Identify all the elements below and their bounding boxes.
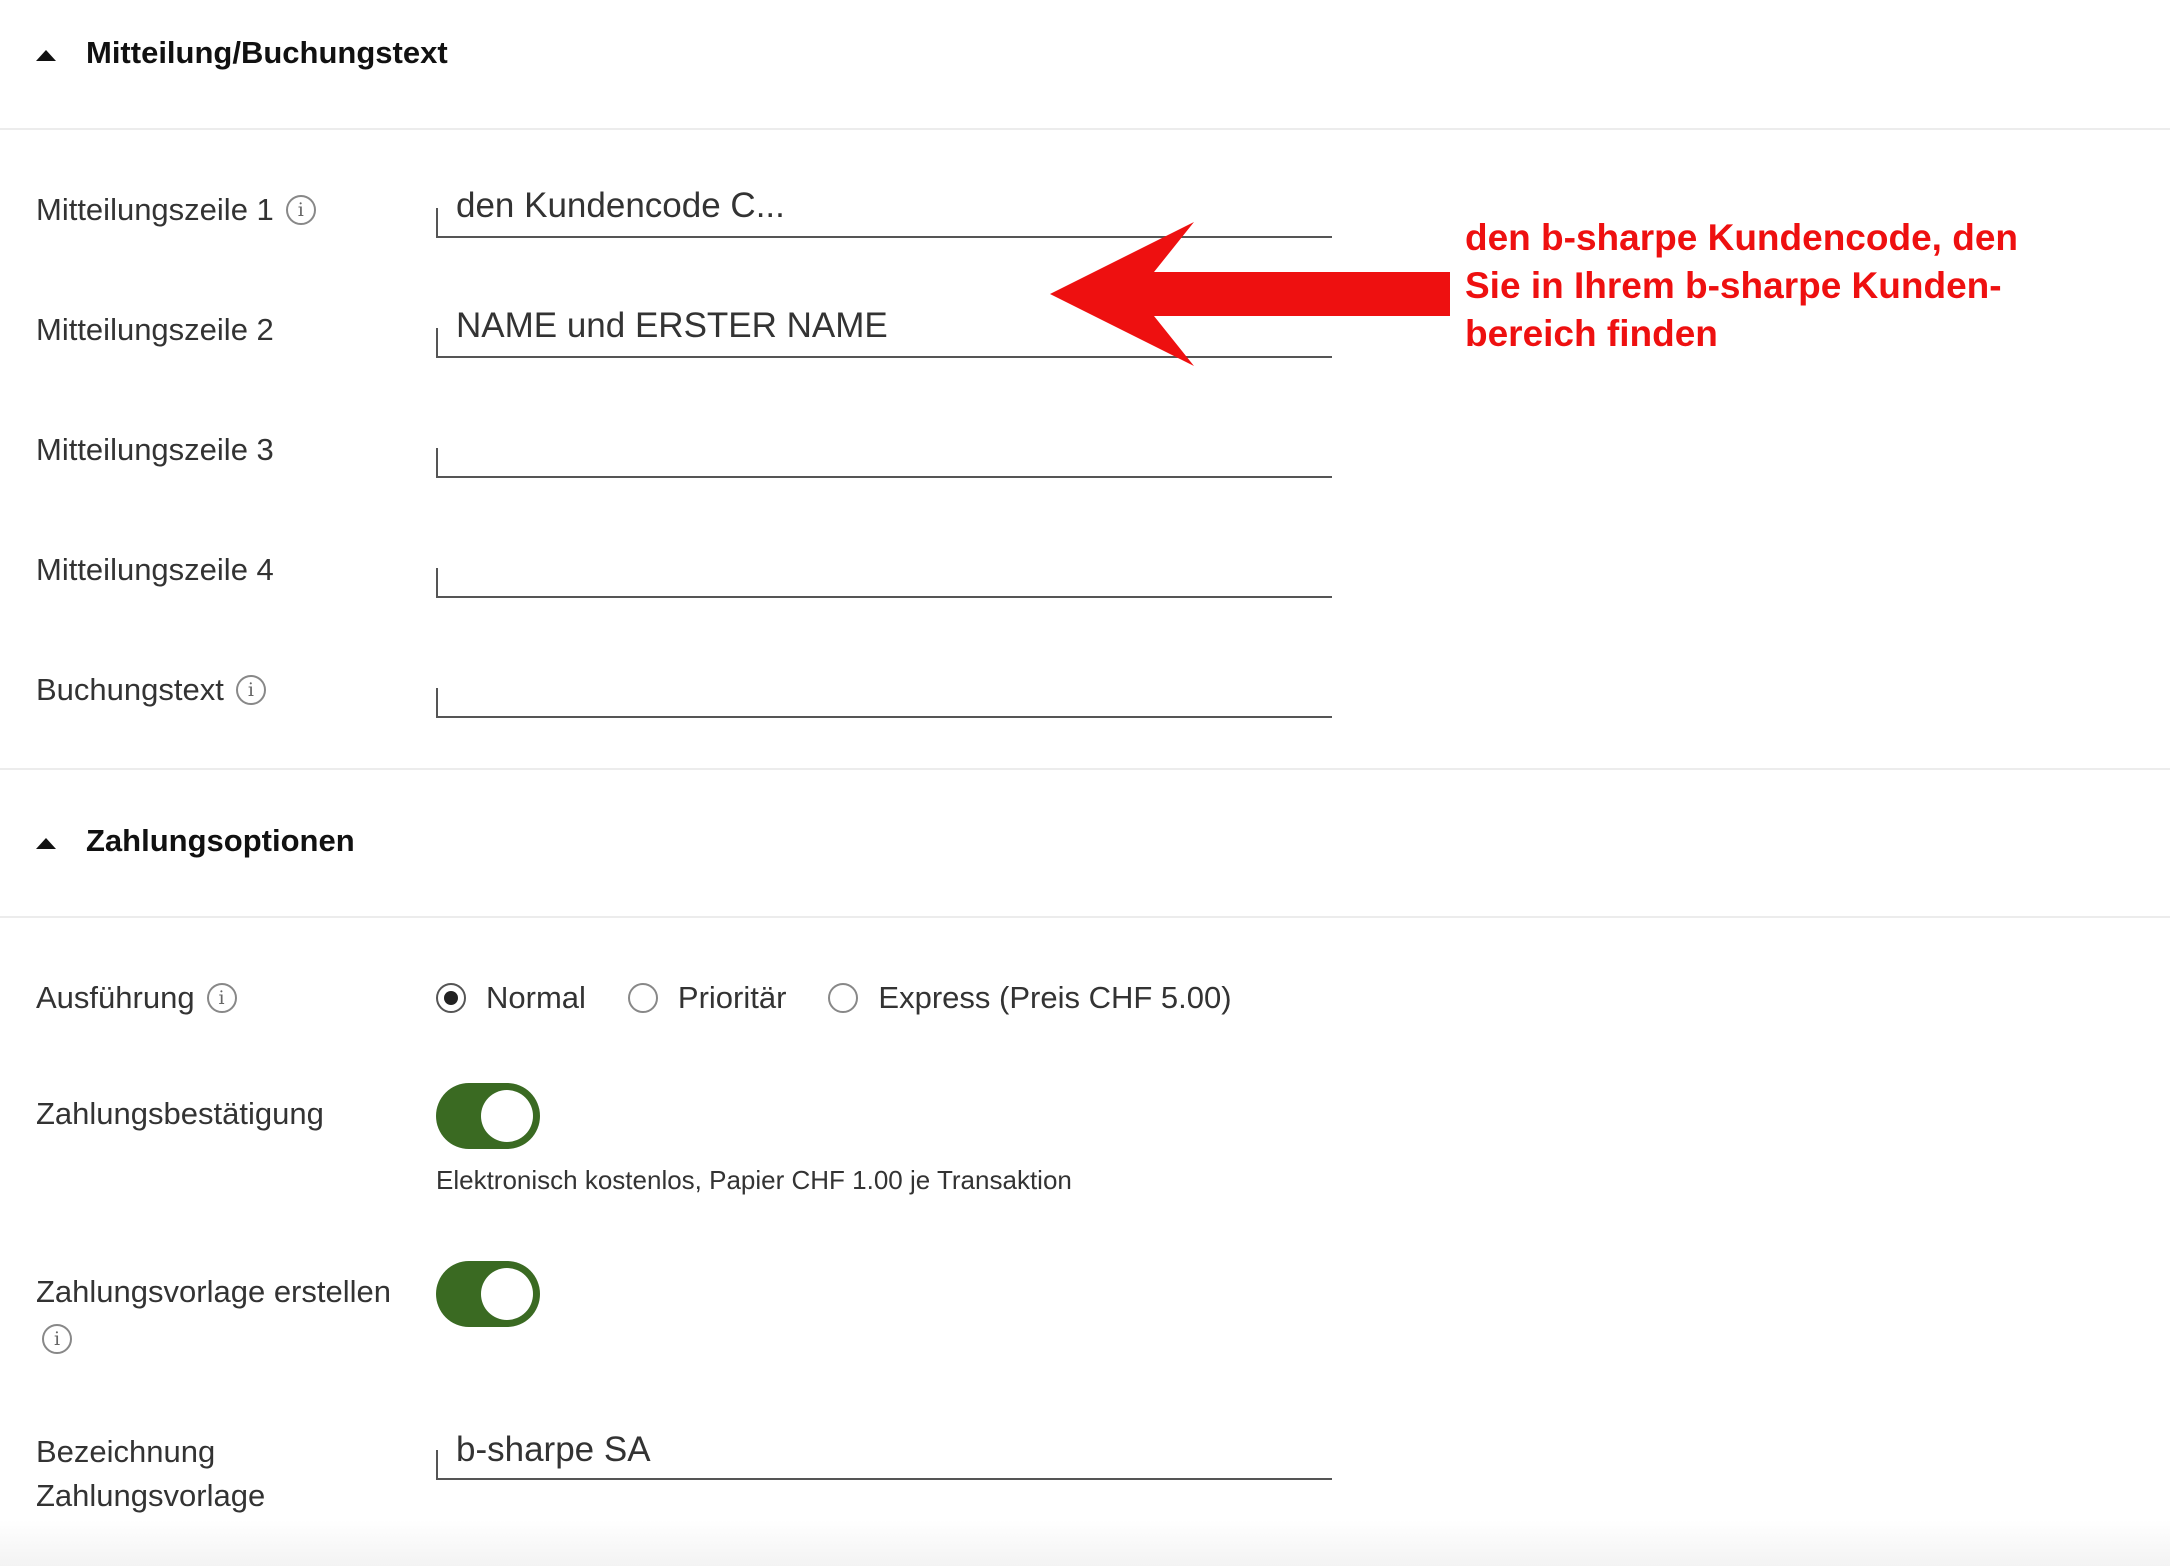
arrow-shape [1050, 222, 1450, 366]
label-create-template: Zahlungsvorlage erstellen [36, 1274, 391, 1309]
label-message-line-3: Mitteilungszeile 3 [36, 432, 274, 467]
info-icon[interactable]: i [285, 194, 316, 225]
label-execution: Ausführung i [36, 978, 237, 1018]
radio-normal[interactable]: Normal [436, 980, 586, 1016]
collapse-caret-icon[interactable] [36, 838, 56, 849]
toggle-knob [481, 1090, 533, 1142]
label-booking-text: Buchungstext i [36, 670, 266, 710]
payment-confirmation-toggle[interactable] [436, 1083, 540, 1149]
execution-radio-group: Normal Prioritär Express (Preis CHF 5.00… [436, 976, 1274, 1020]
radio-selected-icon[interactable] [436, 983, 466, 1013]
section-title-message[interactable]: Mitteilung/Buchungstext [86, 35, 448, 71]
toggle-knob [481, 1268, 533, 1320]
label-template-name-line-1: Bezeichnung [36, 1434, 216, 1469]
label-text: Mitteilungszeile 1 [36, 192, 274, 227]
radio-label-normal[interactable]: Normal [486, 980, 586, 1016]
section-title-payment-options[interactable]: Zahlungsoptionen [86, 823, 355, 859]
label-payment-confirmation: Zahlungsbestätigung [36, 1096, 324, 1131]
divider [0, 128, 2170, 130]
label-message-line-1: Mitteilungszeile 1 i [36, 190, 316, 230]
annotation-line-2: Sie in Ihrem b-sharpe Kunden- [1465, 265, 2002, 306]
annotation-line-1: den b-sharpe Kundencode, den [1465, 217, 2018, 258]
radio-unselected-icon[interactable] [828, 983, 859, 1013]
radio-unselected-icon[interactable] [627, 983, 658, 1013]
annotation-text: den b-sharpe Kundencode, den Sie in Ihre… [1465, 214, 2085, 358]
radio-priority[interactable]: Prioritär [627, 980, 787, 1016]
info-icon[interactable]: i [235, 674, 266, 705]
label-message-line-2: Mitteilungszeile 2 [36, 312, 274, 347]
radio-express[interactable]: Express (Preis CHF 5.00) [828, 980, 1232, 1016]
red-arrow-annotation [1050, 222, 1450, 366]
booking-text-input[interactable] [436, 688, 1332, 718]
label-message-line-4: Mitteilungszeile 4 [36, 552, 274, 587]
collapse-caret-icon[interactable] [36, 50, 56, 61]
message-line-3-input[interactable] [436, 448, 1332, 478]
payment-confirmation-hint: Elektronisch kostenlos, Papier CHF 1.00 … [436, 1165, 1072, 1195]
label-text: Ausführung [36, 980, 195, 1015]
label-text: Buchungstext [36, 672, 224, 707]
info-icon[interactable]: i [206, 982, 237, 1013]
radio-dot [444, 991, 458, 1005]
radio-label-priority[interactable]: Prioritär [678, 980, 787, 1016]
divider [0, 916, 2170, 918]
create-template-toggle[interactable] [436, 1261, 540, 1327]
template-name-input[interactable] [436, 1450, 1332, 1480]
annotation-line-3: bereich finden [1465, 313, 1718, 354]
bottom-edge [0, 1520, 2170, 1566]
label-template-name-line-2: Zahlungsvorlage [36, 1478, 266, 1513]
info-icon[interactable]: i [42, 1324, 72, 1354]
divider [0, 768, 2170, 770]
radio-label-express[interactable]: Express (Preis CHF 5.00) [878, 980, 1231, 1016]
message-line-4-input[interactable] [436, 568, 1332, 598]
